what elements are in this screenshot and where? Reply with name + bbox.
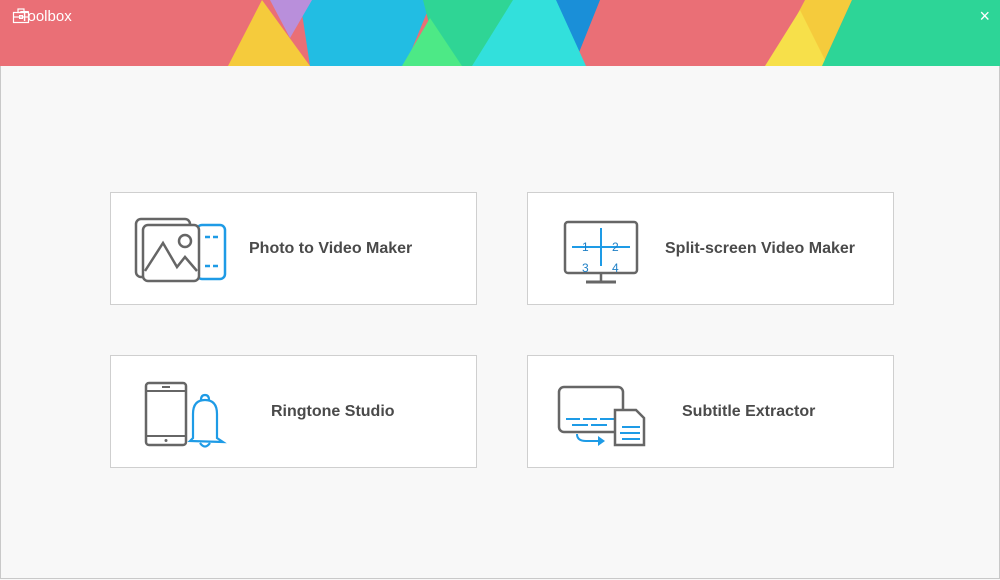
decorative-banner xyxy=(0,0,1000,66)
title-bar: Toolbox × xyxy=(0,0,1000,66)
tool-label: Split-screen Video Maker xyxy=(665,239,855,257)
pane-4: 4 xyxy=(612,261,619,275)
subtitle-extractor-button[interactable]: Subtitle Extractor xyxy=(527,355,894,468)
tool-label: Subtitle Extractor xyxy=(682,402,816,420)
content-area xyxy=(0,66,1000,579)
pane-3: 3 xyxy=(582,261,589,275)
phone-bell-icon xyxy=(143,374,239,450)
subtitle-document-icon xyxy=(556,374,652,450)
photo-film-icon xyxy=(133,211,229,287)
close-button[interactable]: × xyxy=(979,6,990,27)
split-screen-video-maker-button[interactable]: 1 2 3 4 Split-screen Video Maker xyxy=(527,192,894,305)
tool-label: Ringtone Studio xyxy=(271,402,395,420)
tool-label: Photo to Video Maker xyxy=(249,239,413,257)
ringtone-studio-button[interactable]: Ringtone Studio xyxy=(110,355,477,468)
pane-2: 2 xyxy=(612,240,619,254)
split-screen-monitor-icon: 1 2 3 4 xyxy=(562,211,658,287)
photo-to-video-maker-button[interactable]: Photo to Video Maker xyxy=(110,192,477,305)
pane-1: 1 xyxy=(582,240,589,254)
